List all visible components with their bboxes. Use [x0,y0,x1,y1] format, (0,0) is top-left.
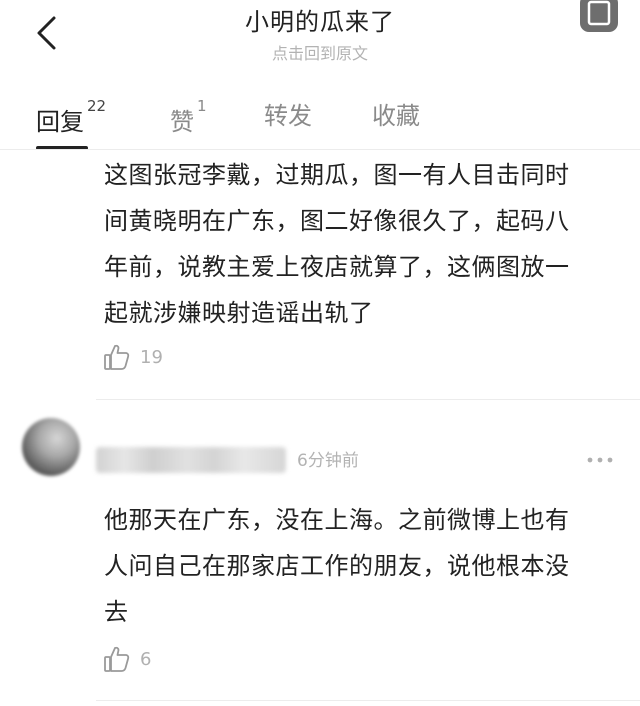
header: 小明的瓜来了 点击回到原文 [0,0,640,78]
like-button[interactable]: 6 [102,644,151,674]
page-title: 小明的瓜来了 [245,8,395,36]
thumbs-up-icon [104,344,130,370]
title-area: 小明的瓜来了 点击回到原文 [0,6,640,66]
share-button[interactable] [576,0,622,36]
comment-divider [96,399,640,400]
more-options-button[interactable] [584,448,616,472]
comment-line: 年前，说教主爱上夜店就算了，这俩图放一 [104,253,570,281]
avatar[interactable] [22,418,80,476]
comment-text: 他那天在广东，没在上海。之前微博上也有 人问自己在那家店工作的朋友，说他根本没 … [104,497,624,635]
tab-reposts[interactable]: 转发 [264,96,312,136]
tab-replies[interactable]: 回复22 [36,96,106,136]
comment-time: 6分钟前 [297,451,359,471]
tab-label: 收藏 [372,102,420,130]
tab-favorites[interactable]: 收藏 [372,96,420,136]
tab-bar: 回复22 赞1 转发 收藏 [0,88,640,150]
like-count: 19 [140,346,163,368]
comment-line: 这图张冠李戴，过期瓜，图一有人目击同时 [104,161,570,189]
comment-text: 这图张冠李戴，过期瓜，图一有人目击同时 间黄晓明在广东，图二好像很久了，起码八 … [104,152,624,336]
comment-line: 去 [104,598,129,626]
comment-line: 他那天在广东，没在上海。之前微博上也有 [104,506,570,534]
back-to-original-link[interactable]: 点击回到原文 [0,42,640,66]
comment-detail-page: 小明的瓜来了 点击回到原文 回复22 赞1 转发 收藏 这图张冠李戴，过期瓜，图… [0,0,640,706]
share-icon [580,0,618,32]
like-count: 6 [140,648,152,670]
tab-label: 赞 [170,108,194,136]
tab-count: 1 [197,97,207,115]
tab-label: 转发 [264,102,312,130]
comment-divider [96,700,640,701]
more-dots-icon [587,457,613,463]
comment-line: 间黄晓明在广东，图二好像很久了，起码八 [104,207,570,235]
comment-line: 起就涉嫌映射造谣出轨了 [104,299,374,327]
username-blurred[interactable] [96,447,286,473]
comment-line: 人问自己在那家店工作的朋友，说他根本没 [104,552,570,580]
tab-label: 回复 [36,108,84,136]
like-button[interactable]: 19 [102,342,163,372]
tab-count: 22 [87,97,107,115]
tab-likes[interactable]: 赞1 [170,96,207,136]
thumbs-up-icon [104,646,130,672]
tabs-divider [0,149,640,150]
